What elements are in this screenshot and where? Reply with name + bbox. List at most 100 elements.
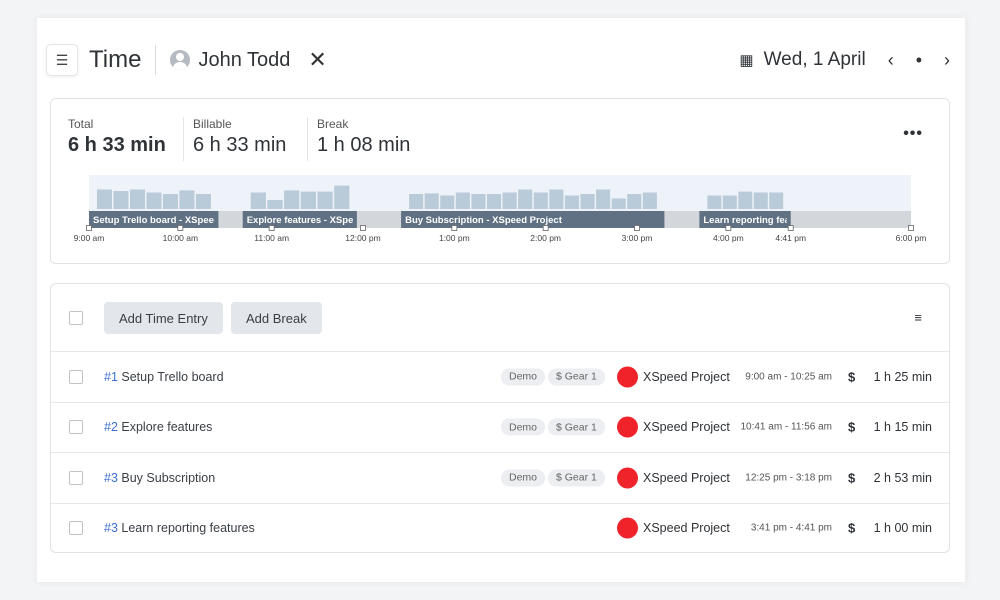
activity-bar — [455, 192, 470, 209]
tick-marker — [360, 225, 366, 231]
activity-bar — [129, 189, 145, 209]
billable-icon[interactable]: $ — [848, 470, 855, 485]
activity-bar — [642, 192, 657, 209]
entry-name: Explore features — [121, 420, 213, 434]
activity-bar — [146, 192, 162, 209]
activity-bar — [284, 190, 300, 209]
tick-marker — [725, 225, 732, 231]
segment-label: Buy Subscription - XSpeed Project — [405, 215, 563, 226]
tick-label: 4:41 pm — [775, 233, 806, 243]
activity-bar — [317, 191, 333, 209]
tag: Demo — [501, 469, 546, 486]
timeline-chart: Setup Trello board - XSpeed ProjectExplo… — [74, 175, 927, 243]
activity-bar — [250, 192, 266, 209]
prev-day-button[interactable]: ‹ — [888, 50, 894, 71]
tick-label: 10:00 am — [163, 233, 198, 243]
duration: 1 h 15 min — [873, 420, 932, 434]
project-color-dot — [617, 366, 638, 387]
project-name: XSpeed Project — [643, 420, 730, 434]
calendar-icon[interactable]: ▦ — [739, 51, 753, 69]
tag: $ Gear 1 — [548, 368, 605, 385]
activity-bar — [580, 194, 595, 209]
tick-marker — [634, 225, 640, 231]
tick-label: 1:00 pm — [439, 233, 470, 243]
activity-bar — [267, 200, 283, 209]
next-day-button[interactable]: › — [944, 50, 950, 71]
activity-bar — [707, 195, 722, 209]
entry-number: #2 — [104, 420, 118, 434]
tick-label: 3:00 pm — [622, 233, 653, 243]
select-all-checkbox[interactable] — [69, 311, 83, 325]
entry-title[interactable]: #3 Buy Subscription — [104, 471, 215, 485]
activity-bar — [424, 193, 439, 209]
activity-bar — [596, 189, 611, 209]
tick-label: 12:00 pm — [345, 233, 380, 243]
page-title: Time — [89, 46, 142, 73]
activity-bar — [564, 195, 579, 209]
billable-icon[interactable]: $ — [848, 521, 855, 536]
clear-user-close-icon[interactable]: ✕ — [308, 47, 326, 73]
tick-label: 9:00 am — [74, 233, 105, 243]
menu-toggle-button[interactable]: ☰ — [46, 44, 78, 76]
tag: Demo — [501, 418, 546, 436]
activity-bar — [627, 194, 642, 209]
add-break-button[interactable]: Add Break — [231, 302, 322, 334]
time-entry-row[interactable]: #3 Buy Subscription Demo $ Gear 1 XSpeed … — [51, 452, 949, 502]
time-entries-card: Add Time Entry Add Break ≡ #1 Setup Trel… — [50, 283, 950, 553]
activity-bar — [769, 192, 784, 209]
entry-number: #1 — [104, 369, 118, 384]
billable-icon[interactable]: $ — [848, 420, 855, 435]
activity-bar — [486, 194, 502, 209]
row-checkbox[interactable] — [69, 420, 83, 434]
today-button[interactable]: • — [916, 50, 922, 71]
tick-label: 2:00 pm — [530, 233, 561, 243]
tick-marker — [177, 225, 184, 231]
time-entry-row[interactable]: #1 Setup Trello board Demo $ Gear 1 XSpee… — [51, 351, 949, 401]
time-range: 3:41 pm - 4:41 pm — [750, 522, 832, 534]
entry-number: #3 — [104, 470, 118, 485]
time-range: 9:00 am - 10:25 am — [745, 371, 832, 382]
project-color-dot — [617, 467, 638, 488]
activity-bar — [97, 189, 112, 209]
tick-marker — [908, 225, 914, 231]
tick-label: 11:00 am — [254, 233, 289, 243]
tag: $ Gear 1 — [548, 469, 605, 486]
date-picker[interactable]: Wed, 1 April — [764, 49, 866, 71]
activity-bar — [722, 195, 737, 209]
add-time-entry-button[interactable]: Add Time Entry — [104, 302, 223, 334]
tick-marker — [268, 225, 275, 231]
activity-bar — [440, 195, 455, 209]
user-avatar-icon — [170, 50, 191, 70]
duration: 1 h 00 min — [873, 521, 932, 535]
sort-icon[interactable]: ≡ — [914, 310, 922, 325]
entry-name: Buy Subscription — [121, 470, 216, 485]
activity-bar — [549, 189, 564, 209]
entry-name: Learn reporting features — [121, 521, 255, 535]
row-checkbox[interactable] — [69, 521, 83, 535]
tick-label: 6:00 pm — [896, 233, 927, 243]
activity-bar — [738, 191, 753, 209]
time-entry-row[interactable]: #3 Learn reporting features XSpeed Proje… — [51, 502, 949, 553]
entry-title[interactable]: #2 Explore features — [104, 420, 212, 434]
project-color-dot — [617, 416, 638, 438]
tag: $ Gear 1 — [548, 418, 605, 436]
duration: 1 h 25 min — [873, 369, 932, 384]
tick-marker — [542, 225, 549, 231]
entry-title[interactable]: #1 Setup Trello board — [104, 370, 224, 384]
activity-bar — [162, 194, 178, 209]
row-checkbox[interactable] — [69, 369, 83, 384]
activity-bar — [334, 185, 350, 209]
activity-bar — [753, 192, 768, 209]
project-color-dot — [617, 517, 638, 539]
activity-bar — [518, 189, 533, 209]
entry-number: #3 — [104, 521, 118, 535]
row-checkbox[interactable] — [69, 470, 83, 485]
time-entry-row[interactable]: #2 Explore features Demo $ Gear 1 XSpeed … — [51, 401, 949, 452]
summary-card: Total 6 h 33 min Billable 6 h 33 min Break… — [50, 98, 950, 264]
time-range: 12:25 pm - 3:18 pm — [745, 472, 832, 483]
user-name: John Todd — [198, 48, 291, 71]
menu-icon: ☰ — [55, 51, 69, 68]
tick-marker — [451, 225, 458, 231]
entry-title[interactable]: #3 Learn reporting features — [104, 521, 255, 535]
billable-icon[interactable]: $ — [848, 369, 855, 384]
